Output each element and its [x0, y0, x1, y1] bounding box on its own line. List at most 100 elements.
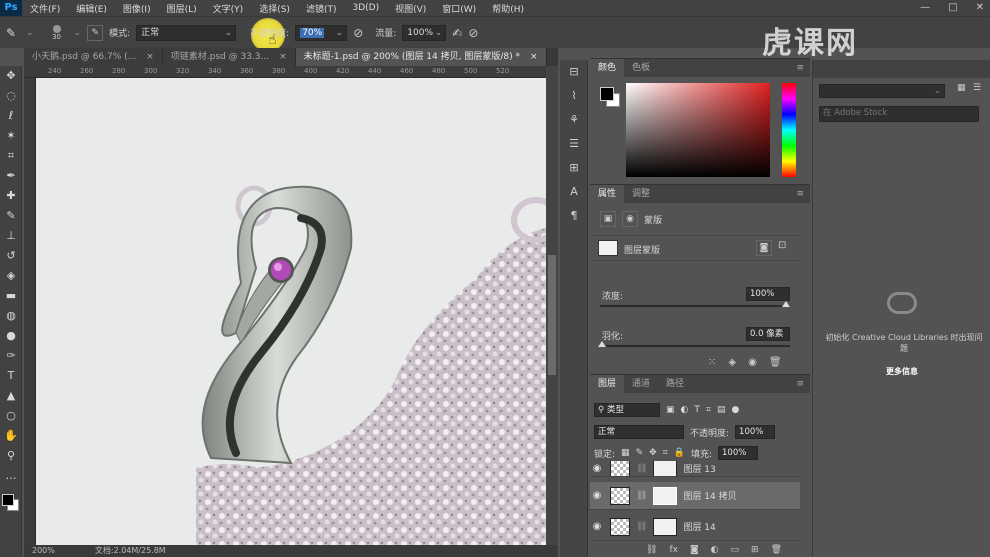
apply-mask-icon[interactable]: ⊡ — [778, 240, 786, 251]
tab-document-3[interactable]: 未标题-1.psd @ 200% (图层 14 拷贝, 图层蒙版/8) * × — [295, 48, 547, 66]
gradient-icon[interactable]: ▬ — [0, 286, 22, 306]
foreground-color[interactable] — [2, 494, 14, 506]
pressure-opacity-icon[interactable]: ⊘ — [353, 26, 363, 40]
visibility-eye-icon[interactable]: ◉ — [590, 521, 604, 532]
visibility-eye-icon[interactable]: ◉ — [590, 490, 604, 501]
menu-layer[interactable]: 图层(L) — [159, 2, 205, 15]
tab-color[interactable]: 颜色 — [590, 59, 625, 77]
type-tool-icon[interactable]: T — [0, 366, 22, 386]
tab-channels[interactable]: 通道 — [624, 375, 658, 393]
hue-slider[interactable] — [782, 83, 796, 177]
color-swatches[interactable] — [0, 486, 21, 516]
adjustments-icon[interactable]: ☰ — [560, 132, 588, 156]
flow-field[interactable]: 100% ⌄ — [402, 24, 447, 41]
maximize-button[interactable]: □ — [948, 0, 957, 16]
crop-tool-icon[interactable]: ⌗ — [0, 146, 22, 166]
menu-file[interactable]: 文件(F) — [22, 2, 68, 15]
select-mask-icon[interactable]: ◙ — [756, 240, 772, 256]
blur-tool-icon[interactable]: ◍ — [0, 306, 22, 326]
mask-icon[interactable]: ◙ — [690, 545, 699, 555]
filter-shape-icon[interactable]: ⌗ — [706, 405, 711, 415]
dodge-tool-icon[interactable]: ● — [0, 326, 22, 346]
history-brush-icon[interactable]: ↺ — [0, 246, 22, 266]
panel-menu-icon[interactable]: ≡ — [796, 185, 804, 203]
brush-presets-icon[interactable]: ⌇ — [560, 84, 588, 108]
brush-tool-icon[interactable]: ✎ — [6, 26, 20, 40]
close-icon[interactable]: × — [146, 48, 154, 66]
tab-adjustments[interactable]: 调整 — [624, 185, 658, 203]
chevron-down-icon[interactable]: ⌄ — [336, 26, 344, 40]
trash-icon[interactable]: 🗑 — [771, 545, 782, 555]
trash-icon[interactable]: 🗑 — [769, 357, 782, 368]
menu-filter[interactable]: 滤镜(T) — [298, 2, 345, 15]
folder-icon[interactable]: ▭ — [731, 545, 740, 555]
feather-slider[interactable] — [600, 345, 790, 347]
vector-mask-icon[interactable]: ◉ — [622, 211, 638, 227]
layer-row-selected[interactable]: ◉ ⛓ 图层 14 拷贝 — [590, 482, 800, 510]
tab-properties[interactable]: 属性 — [590, 185, 625, 203]
brush-panel-toggle-icon[interactable]: ✎ — [87, 24, 104, 41]
chain-icon[interactable]: ⛓ — [636, 491, 647, 501]
blend-mode-select[interactable]: 正常 — [594, 425, 684, 439]
menu-edit[interactable]: 编辑(E) — [68, 2, 115, 15]
mode-select[interactable]: 正常 ⌄ — [136, 24, 237, 41]
close-icon[interactable]: × — [530, 48, 538, 66]
layer-row[interactable]: ◉ ⛓ 图层 14 — [590, 513, 800, 541]
filter-adjust-icon[interactable]: ◐ — [681, 405, 689, 415]
chain-icon[interactable]: ⛓ — [636, 522, 647, 532]
brush-dropdown-icon[interactable]: ⌄ — [26, 28, 34, 38]
more-info-link[interactable]: 更多信息 — [813, 366, 990, 377]
lock-position-icon[interactable]: ✥ — [649, 448, 657, 458]
feather-slider-knob[interactable] — [598, 341, 606, 347]
saturation-brightness-field[interactable] — [626, 83, 770, 177]
shape-tool-icon[interactable]: ○ — [0, 406, 22, 426]
pixel-mask-icon[interactable]: ▣ — [600, 211, 616, 227]
apply-icon[interactable]: ◈ — [728, 357, 736, 368]
load-selection-icon[interactable]: ⁙ — [708, 357, 716, 368]
tab-swatches[interactable]: 色板 — [624, 59, 658, 77]
adjustment-icon[interactable]: ◐ — [711, 545, 719, 555]
density-slider[interactable] — [600, 305, 790, 307]
filter-pixel-icon[interactable]: ▣ — [666, 405, 675, 415]
airbrush-icon[interactable]: ✍ — [452, 26, 462, 40]
visibility-eye-icon[interactable]: ◉ — [590, 463, 604, 474]
pressure-size-icon[interactable]: ⊘ — [468, 26, 478, 40]
panel-menu-icon[interactable]: ≡ — [796, 375, 804, 393]
hand-tool-icon[interactable]: ✋ — [0, 426, 22, 446]
library-select[interactable]: ⌄ — [819, 84, 945, 98]
document-info[interactable]: 文档:2.04M/25.8M — [95, 545, 166, 557]
tab-document-1[interactable]: 小天鹅.psd @ 66.7% (... × — [24, 48, 163, 66]
scrollbar-thumb[interactable] — [548, 255, 556, 375]
tab-paths[interactable]: 路径 — [658, 375, 692, 393]
minimize-button[interactable]: — — [920, 0, 930, 16]
info-panel-icon[interactable]: ⊞ — [560, 156, 588, 180]
pen-tool-icon[interactable]: ✑ — [0, 346, 22, 366]
lock-artboard-icon[interactable]: ⌗ — [663, 448, 668, 458]
layer-opacity-field[interactable]: 100% — [735, 425, 776, 439]
menu-image[interactable]: 图像(I) — [115, 2, 159, 15]
list-view-icon[interactable]: ☰ — [973, 83, 981, 93]
menu-help[interactable]: 帮助(H) — [484, 2, 532, 15]
filter-smart-icon[interactable]: ▤ — [717, 405, 726, 415]
path-select-icon[interactable]: ▲ — [0, 386, 22, 406]
lock-transparent-icon[interactable]: ▦ — [621, 448, 630, 458]
zoom-tool-icon[interactable]: ⚲ — [0, 446, 22, 466]
layer-row[interactable]: ◉ ⛓ 图层 13 — [590, 461, 800, 477]
fx-icon[interactable]: fx — [669, 545, 678, 555]
chain-icon[interactable]: ⛓ — [636, 464, 647, 474]
paragraph-panel-icon[interactable]: ¶ — [560, 204, 588, 228]
tab-document-2[interactable]: 项链素材.psd @ 33.3... × — [162, 48, 296, 66]
density-slider-knob[interactable] — [782, 301, 790, 307]
brush-tool-icon[interactable]: ✎ — [0, 206, 22, 226]
zoom-level[interactable]: 200% — [32, 545, 55, 557]
document-canvas[interactable] — [36, 78, 546, 545]
close-icon[interactable]: × — [279, 48, 287, 66]
eraser-icon[interactable]: ◈ — [0, 266, 22, 286]
visibility-icon[interactable]: ◉ — [748, 357, 757, 368]
menu-view[interactable]: 视图(V) — [387, 2, 434, 15]
more-tools-icon[interactable]: … — [0, 466, 22, 486]
feather-field[interactable]: 0.0 像素 — [746, 327, 790, 341]
magic-wand-icon[interactable]: ✶ — [0, 126, 22, 146]
opacity-field[interactable]: 70% ⌄ — [295, 24, 348, 41]
layer-filter-select[interactable]: ⚲ 类型 — [594, 403, 660, 417]
